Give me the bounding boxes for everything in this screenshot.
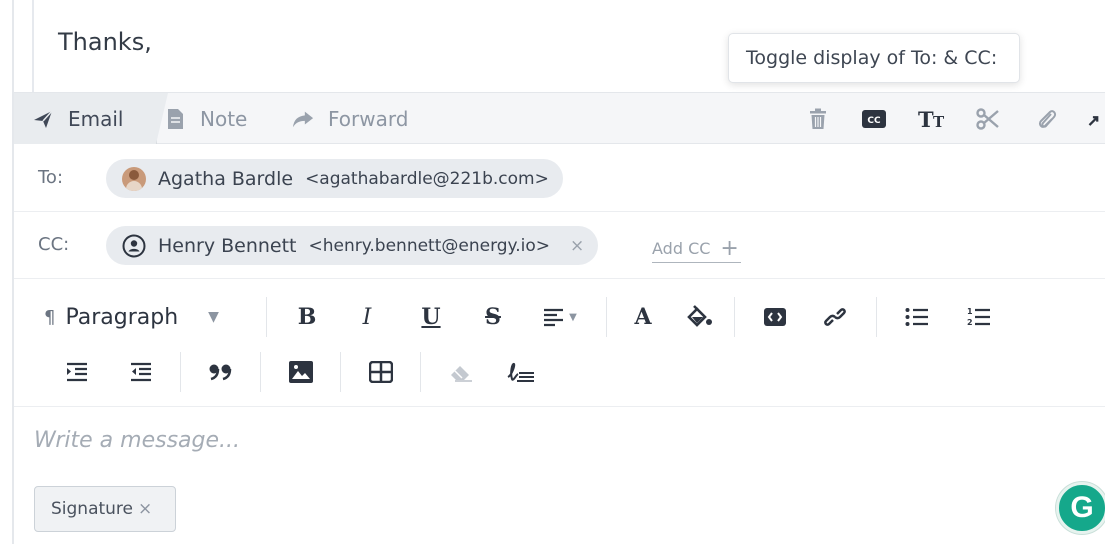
- indent-icon[interactable]: [62, 357, 92, 387]
- bullet-list-icon[interactable]: [902, 302, 932, 332]
- signature-icon[interactable]: [506, 357, 536, 387]
- tab-email[interactable]: Email: [14, 93, 168, 144]
- outdent-icon[interactable]: [126, 357, 156, 387]
- composer-tabs: Email Note Forward CC TT: [14, 92, 1105, 144]
- svg-text:1: 1: [967, 307, 973, 316]
- image-icon[interactable]: [286, 357, 316, 387]
- align-dropdown-button[interactable]: ▼: [538, 302, 582, 332]
- cc-icon[interactable]: CC: [862, 107, 886, 131]
- pilcrow-icon: ¶: [44, 306, 56, 328]
- previous-message-text: Thanks,: [58, 28, 152, 56]
- add-cc-label: Add CC: [652, 238, 711, 258]
- formatting-toolbar: ¶ Paragraph ▼ B I U S ▼ A 12: [14, 280, 1105, 407]
- paragraph-format-label: Paragraph: [65, 304, 179, 330]
- code-block-icon[interactable]: [760, 302, 790, 332]
- blockquote-icon[interactable]: [206, 357, 236, 387]
- tab-note[interactable]: Note: [164, 93, 247, 144]
- to-recipient-name: Agatha Bardle: [158, 167, 294, 190]
- cc-recipient-chip[interactable]: Henry Bennett <henry.bennett@energy.io> …: [106, 226, 599, 265]
- to-label: To:: [38, 167, 64, 188]
- remove-signature-button[interactable]: ×: [138, 499, 152, 519]
- font-color-button[interactable]: A: [628, 302, 658, 332]
- svg-text:2: 2: [967, 318, 973, 327]
- toolbar-divider: [266, 297, 267, 337]
- add-cc-button[interactable]: Add CC +: [652, 234, 741, 263]
- cc-label: CC:: [38, 234, 70, 255]
- plus-icon: +: [720, 235, 739, 261]
- toolbar-divider: [420, 352, 421, 392]
- toolbar-divider: [340, 352, 341, 392]
- tab-note-label: Note: [200, 106, 248, 131]
- to-recipient-email: <agathabardle@221b.com>: [305, 168, 549, 189]
- italic-button[interactable]: I: [352, 302, 382, 332]
- grammarly-button[interactable]: G: [1056, 482, 1105, 534]
- chevron-down-icon: ▼: [208, 309, 219, 325]
- toolbar-divider: [260, 352, 261, 392]
- trash-icon[interactable]: [806, 107, 830, 131]
- cc-row: CC: Henry Bennett <henry.bennett@energy.…: [14, 212, 1105, 279]
- message-input[interactable]: Write a message...: [34, 428, 240, 453]
- toolbar-divider: [606, 297, 607, 337]
- strikethrough-button[interactable]: S: [478, 302, 508, 332]
- scissors-icon[interactable]: [976, 107, 1000, 131]
- paragraph-format-select[interactable]: ¶ Paragraph ▼: [44, 302, 219, 332]
- svg-text:T: T: [918, 108, 934, 130]
- underline-button[interactable]: U: [416, 302, 446, 332]
- svg-text:CC: CC: [867, 116, 881, 126]
- toolbar-divider: [876, 297, 877, 337]
- svg-text:T: T: [933, 113, 945, 130]
- signature-label: Signature: [51, 499, 134, 519]
- cc-recipient-email: <henry.bennett@energy.io>: [308, 235, 550, 256]
- numbered-list-icon[interactable]: 12: [964, 302, 994, 332]
- user-circle-icon: [122, 234, 146, 258]
- table-icon[interactable]: [366, 357, 396, 387]
- toolbar-divider: [734, 297, 735, 337]
- remove-cc-recipient-button[interactable]: ×: [570, 236, 584, 256]
- to-row: To: Agatha Bardle <agathabardle@221b.com…: [14, 145, 1105, 212]
- paper-plane-icon: [32, 108, 54, 130]
- tab-forward[interactable]: Forward: [292, 93, 408, 144]
- eraser-icon[interactable]: [446, 357, 476, 387]
- cc-recipient-name: Henry Bennett: [158, 234, 297, 257]
- chevron-down-icon: ▼: [569, 311, 577, 323]
- tab-email-label: Email: [68, 106, 124, 131]
- forward-arrow-icon: [292, 108, 314, 130]
- to-recipient-chip[interactable]: Agatha Bardle <agathabardle@221b.com>: [106, 159, 563, 198]
- bold-button[interactable]: B: [292, 302, 322, 332]
- signature-tag[interactable]: Signature ×: [34, 486, 176, 532]
- toolbar-divider: [180, 352, 181, 392]
- paperclip-icon[interactable]: [1034, 107, 1058, 131]
- tab-forward-label: Forward: [328, 106, 409, 131]
- fill-color-icon[interactable]: [684, 302, 714, 332]
- link-icon[interactable]: [820, 302, 850, 332]
- avatar: [122, 166, 146, 191]
- toggle-to-cc-tooltip: Toggle display of To: & CC:: [728, 33, 1020, 83]
- text-size-icon[interactable]: TT: [918, 107, 950, 131]
- expand-icon[interactable]: [1086, 107, 1105, 131]
- align-left-icon: [543, 307, 565, 327]
- note-icon: [164, 108, 186, 130]
